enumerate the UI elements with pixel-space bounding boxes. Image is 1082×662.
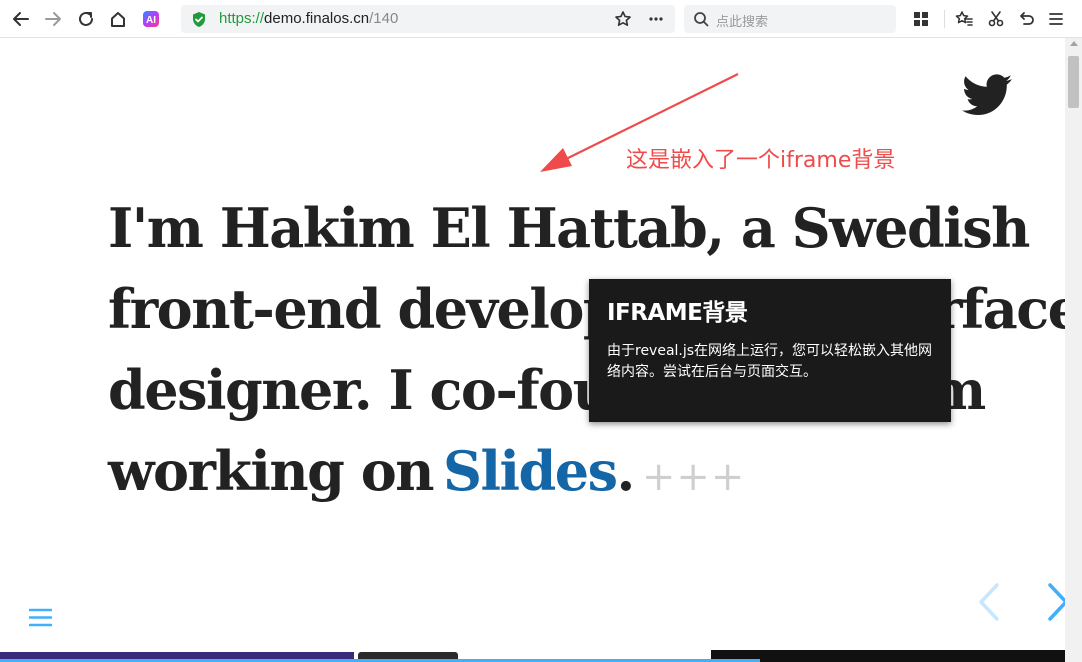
url-scheme: https://: [219, 10, 265, 27]
home-button[interactable]: [106, 7, 130, 31]
bookmark-button[interactable]: [611, 7, 635, 31]
more-button[interactable]: [644, 7, 668, 31]
svg-text:AI: AI: [146, 15, 156, 26]
headline-line-4: working on Slides. +++: [108, 431, 1008, 518]
search-box[interactable]: 点此搜索: [684, 5, 896, 33]
apps-icon: [914, 12, 928, 26]
background-iframe-strip: [0, 649, 1065, 662]
back-button[interactable]: [9, 7, 33, 31]
prev-arrow-icon[interactable]: [977, 582, 1001, 622]
next-arrow-icon[interactable]: [1046, 582, 1065, 622]
hamburger-icon[interactable]: [29, 608, 52, 627]
search-placeholder: 点此搜索: [716, 15, 769, 30]
scroll-thumb[interactable]: [1068, 56, 1079, 108]
scissors-icon: [988, 11, 1004, 27]
vertical-scrollbar[interactable]: [1065, 38, 1082, 662]
scroll-up-arrow[interactable]: [1070, 41, 1078, 46]
headline-line-4-text: working on: [108, 439, 434, 503]
menu-icon: [1049, 13, 1063, 25]
shield-icon: [193, 12, 205, 27]
star-icon: [615, 11, 631, 26]
iframe-tooltip: IFRAME背景 由于reveal.js在网络上运行，您可以轻松嵌入其他网络内容…: [589, 279, 951, 422]
iframe-thumb-3: [711, 650, 1065, 662]
headline-line-1: I'm Hakim El Hattab, a Swedish: [108, 196, 1030, 260]
search-icon: [694, 12, 709, 27]
url-text: https://demo.finalos.cn/140: [219, 10, 398, 27]
screenshot-button[interactable]: [984, 7, 1008, 31]
expand-plus[interactable]: +++: [642, 454, 746, 500]
page-content: 这是嵌入了一个iframe背景 I'm Hakim El Hattab, a S…: [0, 38, 1065, 662]
forward-button[interactable]: [41, 7, 65, 31]
address-bar[interactable]: https://demo.finalos.cn/140: [181, 5, 675, 33]
ai-button[interactable]: AI: [139, 7, 163, 31]
more-icon: [649, 17, 663, 21]
undo-icon: [1020, 12, 1034, 25]
headline-period: .: [616, 439, 636, 503]
favorites-icon: [955, 11, 973, 26]
undo-button[interactable]: [1014, 7, 1038, 31]
favorites-button[interactable]: [952, 7, 976, 31]
toolbar-divider: [944, 10, 945, 28]
home-icon: [111, 12, 125, 27]
ai-icon: AI: [143, 11, 159, 27]
reload-icon: [79, 11, 93, 26]
tooltip-title: IFRAME背景: [607, 300, 748, 326]
url-path: /140: [369, 10, 399, 27]
annotation-label: 这是嵌入了一个iframe背景: [626, 148, 896, 173]
browser-toolbar: AI https://demo.finalos.cn/140 点此搜索: [0, 0, 1082, 38]
tooltip-body: 由于reveal.js在网络上运行，您可以轻松嵌入其他网络内容。尝试在后台与页面…: [607, 343, 933, 380]
apps-button[interactable]: [909, 7, 933, 31]
back-icon: [13, 12, 29, 26]
forward-icon: [45, 12, 61, 26]
slides-link[interactable]: Slides: [443, 439, 618, 503]
url-host: demo.finalos.cn: [264, 10, 370, 27]
reload-button[interactable]: [74, 7, 98, 31]
menu-button[interactable]: [1044, 7, 1068, 31]
twitter-icon[interactable]: [962, 74, 1012, 116]
